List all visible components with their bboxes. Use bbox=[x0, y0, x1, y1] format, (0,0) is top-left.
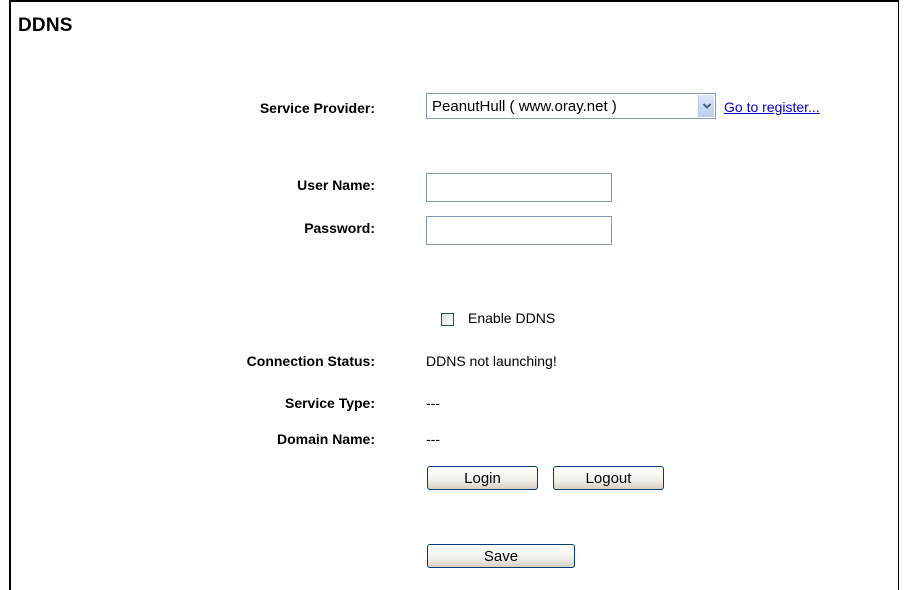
service-type-label: Service Type: bbox=[284, 395, 375, 411]
service-provider-selected: PeanutHull ( www.oray.net ) bbox=[432, 97, 617, 115]
domain-name-label: Domain Name: bbox=[276, 431, 375, 447]
password-input[interactable] bbox=[426, 216, 612, 245]
save-button[interactable]: Save bbox=[427, 544, 575, 568]
ddns-panel bbox=[9, 0, 899, 590]
connection-status-value: DDNS not launching! bbox=[426, 353, 557, 369]
page-title: DDNS bbox=[18, 15, 73, 36]
domain-name-value: --- bbox=[426, 431, 440, 447]
chevron-down-icon[interactable] bbox=[698, 95, 714, 117]
password-label: Password: bbox=[304, 220, 375, 236]
user-name-label: User Name: bbox=[297, 177, 375, 193]
service-provider-select[interactable]: PeanutHull ( www.oray.net ) bbox=[426, 93, 716, 119]
enable-ddns-checkbox[interactable] bbox=[441, 313, 454, 326]
service-type-value: --- bbox=[426, 395, 440, 411]
service-provider-label: Service Provider: bbox=[259, 100, 375, 116]
user-name-input[interactable] bbox=[426, 173, 612, 202]
enable-ddns-label: Enable DDNS bbox=[468, 310, 556, 326]
logout-button[interactable]: Logout bbox=[553, 466, 664, 490]
go-to-register-link[interactable]: Go to register... bbox=[724, 99, 820, 115]
login-button[interactable]: Login bbox=[427, 466, 538, 490]
connection-status-label: Connection Status: bbox=[246, 353, 375, 369]
